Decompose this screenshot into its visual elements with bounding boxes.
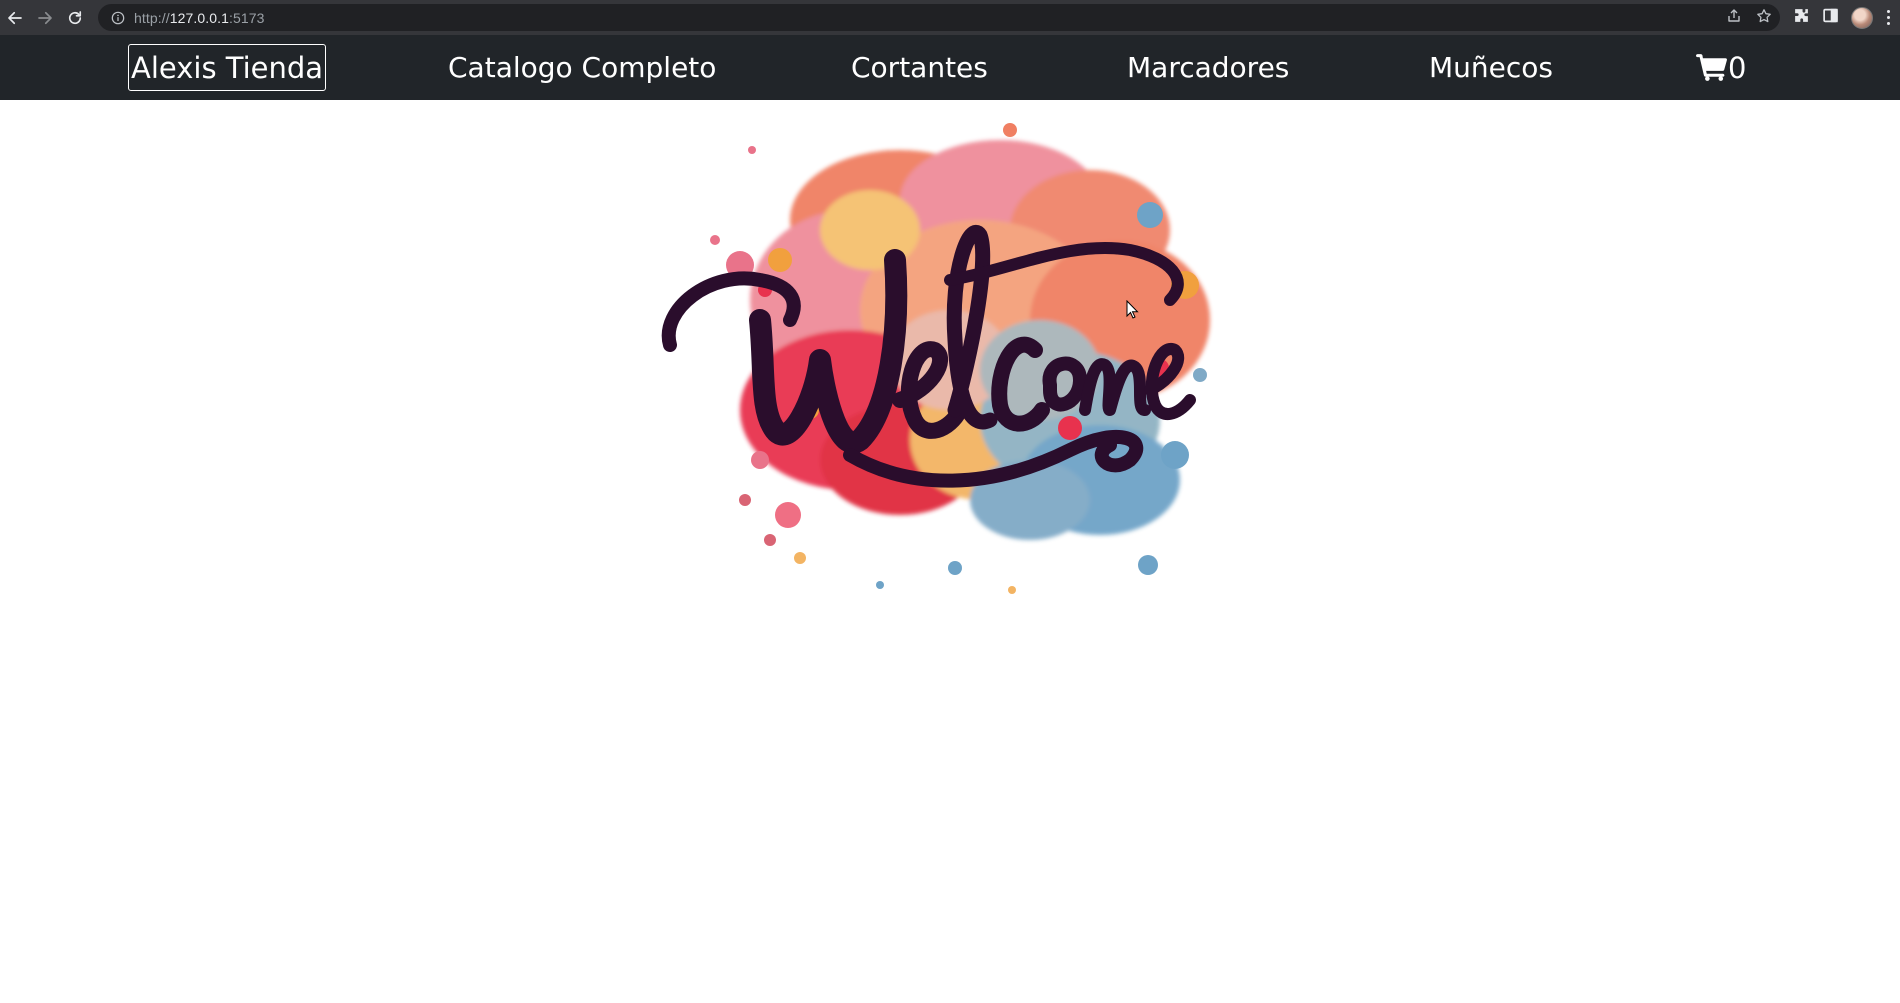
share-icon[interactable]	[1726, 8, 1742, 28]
forward-button[interactable]	[30, 0, 60, 35]
back-button[interactable]	[0, 0, 30, 35]
mouse-cursor	[1126, 300, 1139, 319]
profile-avatar[interactable]	[1851, 6, 1873, 29]
site-navbar: Alexis Tienda Catalogo Completo Cortante…	[0, 35, 1900, 100]
back-icon	[8, 11, 22, 24]
info-icon[interactable]	[110, 10, 126, 26]
brand-link[interactable]: Alexis Tienda	[128, 44, 327, 91]
url-text: http://127.0.0.1:5173	[134, 10, 265, 26]
nav-link-munecos[interactable]: Muñecos	[1429, 35, 1553, 100]
welcome-image	[661, 123, 1210, 594]
browser-toolbar: http://127.0.0.1:5173	[0, 0, 1900, 35]
extensions-icon[interactable]	[1793, 7, 1810, 28]
reload-button[interactable]	[60, 0, 90, 35]
cart-link[interactable]: 0	[1696, 35, 1746, 100]
reload-icon	[68, 10, 82, 24]
star-icon[interactable]	[1756, 8, 1772, 28]
address-bar[interactable]: http://127.0.0.1:5173	[98, 4, 1780, 31]
cart-icon	[1696, 54, 1727, 81]
url-host: 127.0.0.1	[169, 9, 230, 26]
nav-link-catalogo-completo[interactable]: Catalogo Completo	[448, 35, 716, 100]
forward-icon	[38, 11, 52, 24]
url-port: :5173	[229, 9, 265, 26]
url-scheme: http://	[134, 9, 170, 26]
menu-icon[interactable]	[1885, 10, 1892, 25]
side-panel-icon[interactable]	[1822, 7, 1839, 28]
main-content	[0, 100, 1900, 1003]
nav-link-marcadores[interactable]: Marcadores	[1127, 35, 1289, 100]
nav-link-cortantes[interactable]: Cortantes	[851, 35, 988, 100]
cart-count: 0	[1728, 50, 1747, 85]
